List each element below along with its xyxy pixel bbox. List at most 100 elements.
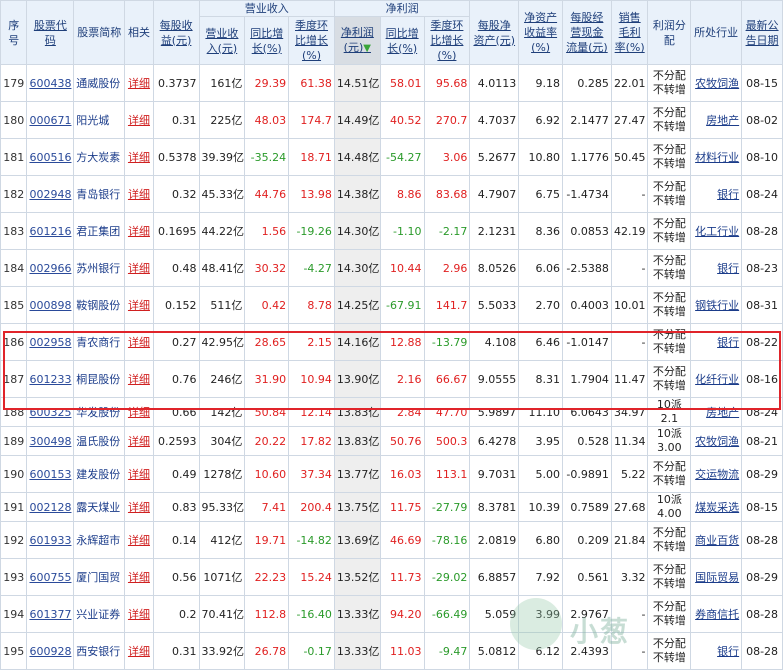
detail-link[interactable]: 详细 [128, 336, 150, 349]
stock-name[interactable]: 通威股份 [73, 64, 126, 102]
stock-code-link[interactable]: 601233 [29, 373, 71, 386]
row-seq: 195 [0, 632, 28, 670]
industry-link[interactable]: 材料行业 [695, 151, 739, 164]
industry-link[interactable]: 商业百货 [695, 534, 739, 547]
detail-link[interactable]: 详细 [128, 534, 150, 547]
stock-code-link[interactable]: 002958 [29, 336, 71, 349]
header-eps[interactable]: 每股收益(元) [152, 0, 200, 65]
revenue-value: 70.41亿 [198, 595, 246, 633]
industry-link[interactable]: 银行 [717, 188, 739, 201]
header-cfps[interactable]: 每股经营现金流量(元) [561, 0, 612, 65]
industry-link[interactable]: 交运物流 [695, 468, 739, 481]
detail-link[interactable]: 详细 [128, 468, 150, 481]
stock-name[interactable]: 君正集团 [73, 212, 126, 250]
stock-name[interactable]: 青岛银行 [73, 175, 126, 213]
stock-code-link[interactable]: 600325 [29, 406, 71, 419]
detail-link[interactable]: 详细 [128, 608, 150, 621]
detail-link[interactable]: 详细 [128, 435, 150, 448]
stock-code-link[interactable]: 600438 [29, 77, 71, 90]
stock-name[interactable]: 苏州银行 [73, 249, 126, 287]
header-related: 相关 [124, 0, 154, 65]
stock-name[interactable]: 永辉超市 [73, 521, 126, 559]
header-margin[interactable]: 销售毛利率(%) [610, 0, 649, 65]
header-code[interactable]: 股票代码 [26, 0, 75, 65]
header-profit-qoq[interactable]: 季度环比增长(%) [423, 16, 471, 65]
revenue-qoq-value: 61.38 [288, 64, 335, 102]
industry-link[interactable]: 煤炭采选 [695, 501, 739, 514]
industry-link[interactable]: 农牧饲渔 [695, 435, 739, 448]
profit-yoy-value: 10.44 [379, 249, 425, 287]
stock-name[interactable]: 华发股份 [73, 397, 126, 427]
stock-code-link[interactable]: 601216 [29, 225, 71, 238]
profit-value: 13.52亿 [333, 558, 381, 596]
eps-value: 0.3737 [152, 64, 200, 102]
detail-link[interactable]: 详细 [128, 151, 150, 164]
industry-link[interactable]: 农牧饲渔 [695, 77, 739, 90]
header-rev-qoq[interactable]: 季度环比增长(%) [288, 16, 335, 65]
header-profit[interactable]: 净利润(元)▼ [333, 16, 381, 65]
detail-link[interactable]: 详细 [128, 373, 150, 386]
margin-value: 27.68 [610, 492, 649, 522]
stock-name[interactable]: 温氏股份 [73, 426, 126, 456]
header-date[interactable]: 最新公告日期 [741, 0, 783, 65]
detail-link[interactable]: 详细 [128, 114, 150, 127]
stock-name[interactable]: 鞍钢股份 [73, 286, 126, 324]
stock-code-link-cell: 600325 [26, 397, 75, 427]
stock-name[interactable]: 西安银行 [73, 632, 126, 670]
cfps-value: 2.1477 [561, 101, 612, 139]
industry-link[interactable]: 化工行业 [695, 225, 739, 238]
table-row: 185 000898 鞍钢股份 详细 0.152 511亿 0.42 8.78 14.25亿 -6… [0, 286, 783, 324]
industry-link[interactable]: 化纤行业 [695, 373, 739, 386]
detail-link[interactable]: 详细 [128, 501, 150, 514]
industry-link[interactable]: 钢铁行业 [695, 299, 739, 312]
stock-code-link[interactable]: 600153 [29, 468, 71, 481]
header-rev[interactable]: 营业收入(元) [198, 16, 246, 65]
stock-name[interactable]: 厦门国贸 [73, 558, 126, 596]
eps-value: 0.27 [152, 323, 200, 361]
revenue-qoq-value: 18.71 [288, 138, 335, 176]
stock-code-link[interactable]: 000898 [29, 299, 71, 312]
margin-value: 34.97 [610, 397, 649, 427]
eps-value: 0.32 [152, 175, 200, 213]
stock-code-link[interactable]: 002948 [29, 188, 71, 201]
stock-name[interactable]: 青农商行 [73, 323, 126, 361]
stock-code-link[interactable]: 300498 [29, 435, 71, 448]
industry-link[interactable]: 房地产 [706, 406, 739, 419]
header-rev-yoy[interactable]: 同比增长(%) [244, 16, 290, 65]
header-bvps[interactable]: 每股净资产(元) [469, 0, 520, 65]
row-seq: 191 [0, 492, 28, 522]
industry-link[interactable]: 国际贸易 [695, 571, 739, 584]
stock-code-link[interactable]: 002966 [29, 262, 71, 275]
stock-name[interactable]: 桐昆股份 [73, 360, 126, 398]
detail-link[interactable]: 详细 [128, 645, 150, 658]
detail-link[interactable]: 详细 [128, 188, 150, 201]
detail-link[interactable]: 详细 [128, 77, 150, 90]
industry-link[interactable]: 银行 [717, 262, 739, 275]
distribution-value: 不分配不转增 [647, 323, 692, 361]
stock-code-link[interactable]: 600755 [29, 571, 71, 584]
detail-link[interactable]: 详细 [128, 299, 150, 312]
stock-code-link[interactable]: 600516 [29, 151, 71, 164]
detail-link[interactable]: 详细 [128, 225, 150, 238]
detail-link[interactable]: 详细 [128, 571, 150, 584]
stock-name[interactable]: 露天煤业 [73, 492, 126, 522]
stock-code-link[interactable]: 002128 [29, 501, 71, 514]
detail-link[interactable]: 详细 [128, 406, 150, 419]
stock-name[interactable]: 兴业证券 [73, 595, 126, 633]
stock-name[interactable]: 建发股份 [73, 455, 126, 493]
stock-code-link[interactable]: 601377 [29, 608, 71, 621]
stock-name[interactable]: 方大炭素 [73, 138, 126, 176]
stock-code-link[interactable]: 000671 [29, 114, 71, 127]
industry-link[interactable]: 银行 [717, 336, 739, 349]
industry-link[interactable]: 房地产 [706, 114, 739, 127]
stock-name[interactable]: 阳光城 [73, 101, 126, 139]
revenue-yoy-value: 20.22 [244, 426, 290, 456]
industry-link[interactable]: 券商信托 [695, 608, 739, 621]
stock-code-link[interactable]: 601933 [29, 534, 71, 547]
industry-link[interactable]: 银行 [717, 645, 739, 658]
stock-code-link[interactable]: 600928 [29, 645, 71, 658]
margin-value: 22.01 [610, 64, 649, 102]
header-roe[interactable]: 净资产收益率(%) [518, 0, 563, 65]
detail-link[interactable]: 详细 [128, 262, 150, 275]
header-profit-yoy[interactable]: 同比增长(%) [379, 16, 425, 65]
